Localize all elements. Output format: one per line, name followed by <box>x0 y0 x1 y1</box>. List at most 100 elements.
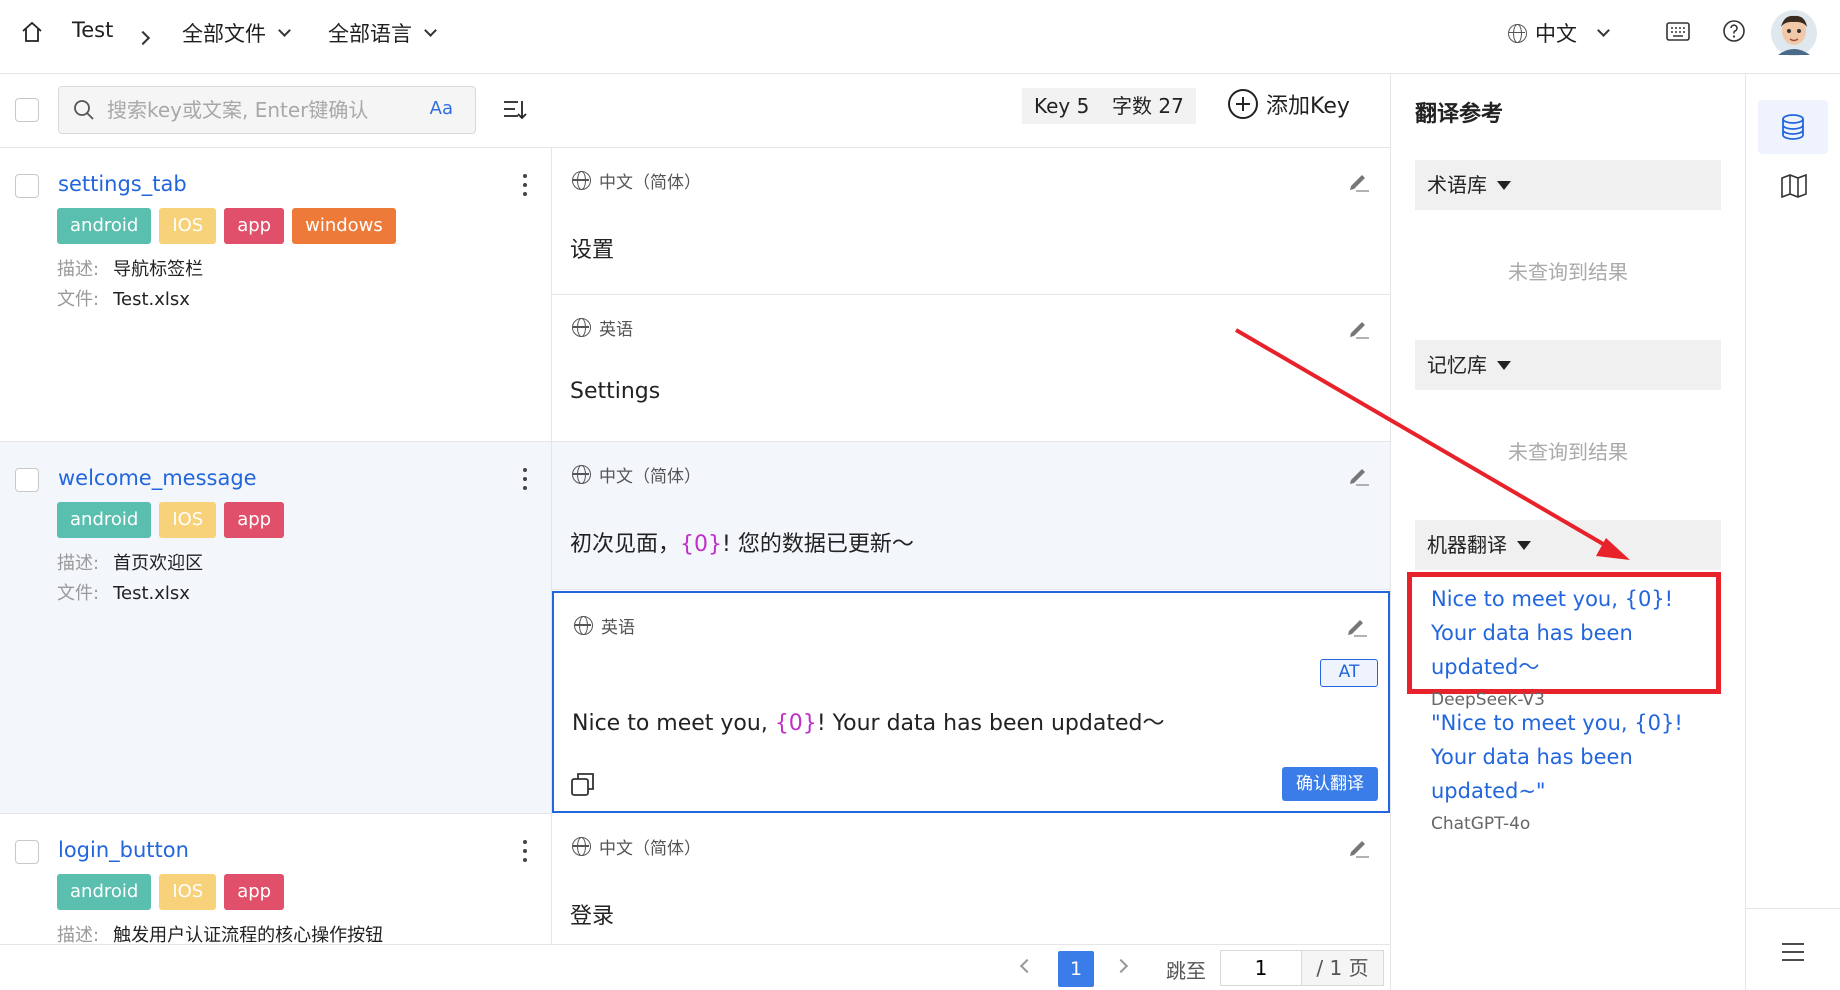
tool-sidebar <box>1745 74 1840 990</box>
menu-icon[interactable] <box>1781 942 1805 962</box>
tag-list: android IOS app <box>57 874 285 910</box>
more-options-icon[interactable] <box>523 468 527 495</box>
database-icon <box>1782 114 1804 140</box>
key-row[interactable]: settings_tab android IOS app windows 描述:… <box>0 148 552 442</box>
char-count: 字数 27 <box>1100 88 1196 124</box>
memory-section[interactable]: 记忆库 <box>1415 340 1721 390</box>
tag-android: android <box>57 208 152 244</box>
machine-translation-section[interactable]: 机器翻译 <box>1415 520 1721 570</box>
tag-android: android <box>57 502 152 538</box>
translation-cell[interactable]: 中文（简体） 登录 <box>552 814 1390 944</box>
key-description: 描述: 首页欢迎区 <box>57 553 204 574</box>
page-1-button[interactable]: 1 <box>1058 951 1094 987</box>
translation-cell[interactable]: 英语 Settings <box>552 295 1390 442</box>
copy-icon[interactable] <box>570 771 596 797</box>
globe-icon <box>572 318 591 337</box>
breadcrumb-chevron-icon <box>135 28 151 47</box>
globe-icon <box>572 837 591 856</box>
tag-app: app <box>224 874 285 910</box>
search-box[interactable]: Aa <box>58 86 476 134</box>
translation-cell-active[interactable]: 英语 AT Nice to meet you, {0}! Your data h… <box>552 591 1390 813</box>
mt-result-text[interactable]: Nice to meet you, {0}! Your data has bee… <box>1431 582 1721 684</box>
tag-android: android <box>57 874 152 910</box>
ui-language-dropdown[interactable]: 中文 <box>1508 18 1610 48</box>
sidebar-divider <box>1746 908 1840 909</box>
select-all-checkbox[interactable] <box>15 98 39 122</box>
search-input[interactable] <box>107 97 407 123</box>
row-checkbox[interactable] <box>15 174 39 198</box>
pagination: 1 跳至 / 1 页 <box>0 944 1390 990</box>
top-bar: Test 全部文件 全部语言 中文 <box>0 0 1840 74</box>
home-icon[interactable] <box>20 20 44 44</box>
prev-page-icon[interactable] <box>1019 958 1035 974</box>
tag-app: app <box>224 502 285 538</box>
translation-text[interactable]: Settings <box>570 379 660 404</box>
key-description: 描述: 导航标签栏 <box>57 259 204 280</box>
jump-label: 跳至 <box>1166 959 1206 983</box>
key-file: 文件: Test.xlsx <box>57 583 190 604</box>
more-options-icon[interactable] <box>523 174 527 201</box>
row-checkbox[interactable] <box>15 840 39 864</box>
edit-icon[interactable] <box>1348 464 1370 486</box>
translation-cell[interactable]: 中文（简体） 设置 <box>552 148 1390 295</box>
key-name[interactable]: settings_tab <box>58 172 187 196</box>
chevron-down-icon <box>278 23 291 37</box>
tag-ios: IOS <box>159 208 217 244</box>
confirm-translation-button[interactable]: 确认翻译 <box>1282 767 1378 801</box>
key-row[interactable]: welcome_message android IOS app 描述: 首页欢迎区… <box>0 442 552 814</box>
toolbar: Aa Key 5 字数 27 添加Key <box>0 74 1390 148</box>
caret-down-icon <box>1497 180 1511 190</box>
key-row[interactable]: login_button android IOS app 描述: 触发用户认证流程… <box>0 814 552 946</box>
key-name[interactable]: welcome_message <box>58 466 257 490</box>
tag-app: app <box>224 208 285 244</box>
files-dropdown[interactable]: 全部文件 <box>182 18 291 48</box>
search-icon <box>74 100 94 120</box>
plus-circle-icon <box>1228 89 1258 119</box>
mt-result[interactable]: "Nice to meet you, {0}! Your data has be… <box>1431 706 1721 834</box>
panel-title: 翻译参考 <box>1415 102 1504 127</box>
edit-icon[interactable] <box>1348 170 1370 192</box>
sort-icon[interactable] <box>503 99 527 121</box>
project-name[interactable]: Test <box>72 18 113 42</box>
row-checkbox[interactable] <box>15 468 39 492</box>
chevron-down-icon <box>424 23 437 37</box>
jump-page-input[interactable] <box>1220 950 1302 986</box>
add-key-button[interactable]: 添加Key <box>1228 88 1350 120</box>
languages-dropdown[interactable]: 全部语言 <box>328 18 437 48</box>
key-file: 文件: Test.xlsx <box>57 289 190 310</box>
translation-text[interactable]: 登录 <box>570 898 614 930</box>
translation-reference-panel: 翻译参考 术语库 未查询到结果 记忆库 未查询到结果 机器翻译 Nice to … <box>1390 74 1745 990</box>
mt-result-text[interactable]: "Nice to meet you, {0}! Your data has be… <box>1431 706 1721 808</box>
memory-empty: 未查询到结果 <box>1508 440 1628 464</box>
total-pages: / 1 页 <box>1302 950 1384 986</box>
termbase-section[interactable]: 术语库 <box>1415 160 1721 210</box>
key-count: Key 5 <box>1022 88 1102 124</box>
globe-icon <box>1508 23 1527 43</box>
map-icon[interactable] <box>1781 174 1807 198</box>
caret-down-icon <box>1497 360 1511 370</box>
avatar[interactable] <box>1770 9 1818 57</box>
globe-icon <box>572 171 591 190</box>
language-label: 英语 <box>572 315 633 340</box>
edit-icon[interactable] <box>1348 317 1370 339</box>
database-tab[interactable] <box>1758 100 1828 154</box>
more-options-icon[interactable] <box>523 840 527 867</box>
tag-list: android IOS app windows <box>57 208 396 244</box>
translation-cell[interactable]: 中文（简体） 初次见面，{0}! 您的数据已更新～ <box>552 442 1390 590</box>
edit-icon[interactable] <box>1346 615 1368 637</box>
tag-windows: windows <box>292 208 396 244</box>
key-name[interactable]: login_button <box>58 838 189 862</box>
translation-text[interactable]: Nice to meet you, {0}! Your data has bee… <box>572 705 1164 737</box>
match-case-button[interactable]: Aa <box>430 98 453 119</box>
mt-result[interactable]: Nice to meet you, {0}! Your data has bee… <box>1431 582 1721 710</box>
tag-ios: IOS <box>159 874 217 910</box>
globe-icon <box>572 465 591 484</box>
edit-icon[interactable] <box>1348 836 1370 858</box>
language-label: 中文（简体） <box>572 834 701 859</box>
help-icon[interactable] <box>1722 19 1746 43</box>
next-page-icon[interactable] <box>1113 958 1129 974</box>
keyboard-icon[interactable] <box>1666 22 1690 42</box>
translation-text[interactable]: 设置 <box>570 232 614 264</box>
language-label: 中文（简体） <box>572 462 701 487</box>
translation-text[interactable]: 初次见面，{0}! 您的数据已更新～ <box>570 526 914 558</box>
